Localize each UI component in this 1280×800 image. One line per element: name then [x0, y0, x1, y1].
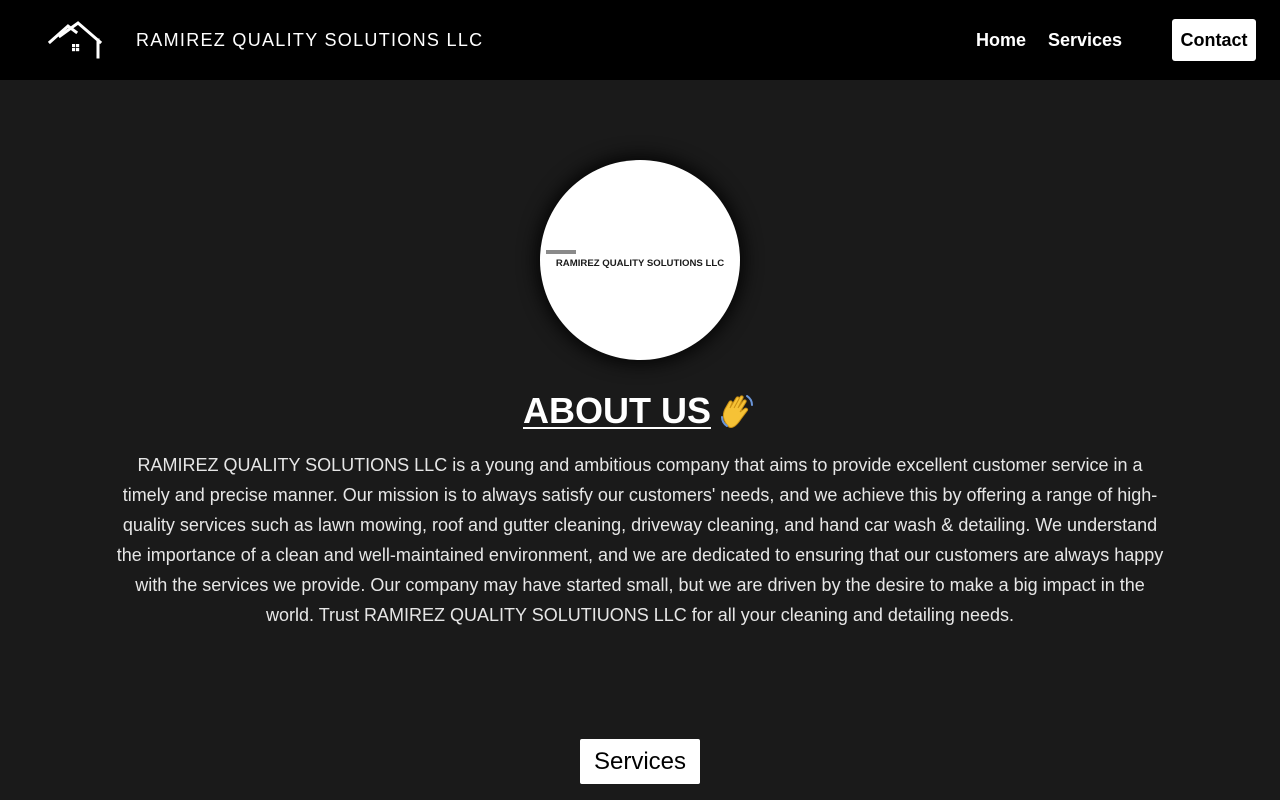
house-roof-icon[interactable] [48, 20, 104, 60]
contact-button[interactable]: Contact [1172, 19, 1256, 61]
about-heading: ABOUT US [0, 388, 1280, 434]
company-logo-avatar: RAMIREZ QUALITY SOLUTIONS LLC [540, 160, 740, 360]
services-button[interactable]: Services [580, 739, 700, 784]
nav-home-link[interactable]: Home [976, 29, 1026, 51]
avatar-logo-text: RAMIREZ QUALITY SOLUTIONS LLC [555, 258, 725, 269]
brand-name[interactable]: RAMIREZ QUALITY SOLUTIONS LLC [136, 29, 483, 51]
nav-services-link[interactable]: Services [1048, 29, 1122, 51]
site-header: RAMIREZ QUALITY SOLUTIONS LLC Home Servi… [0, 0, 1280, 80]
about-title: ABOUT US [523, 390, 711, 431]
logo-accent-bar [546, 250, 576, 254]
about-description: RAMIREZ QUALITY SOLUTIONS LLC is a young… [116, 455, 1164, 625]
waving-hand-icon [721, 395, 753, 428]
